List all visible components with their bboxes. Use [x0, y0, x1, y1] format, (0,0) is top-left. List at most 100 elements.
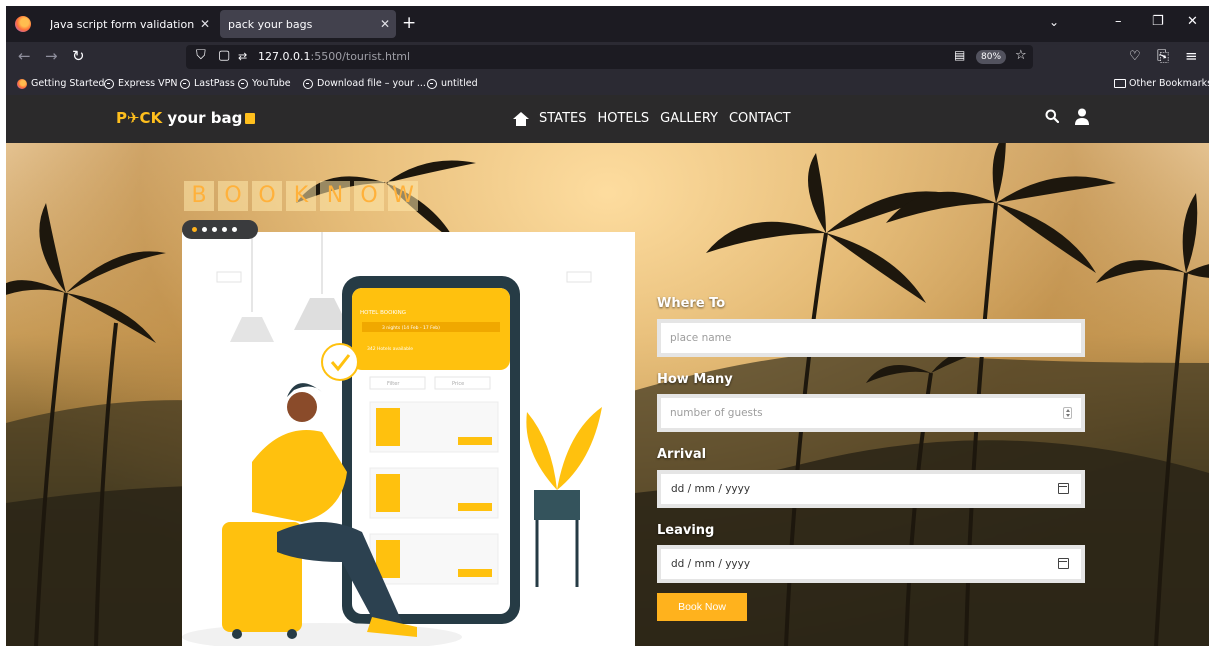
- luggage-icon: [245, 113, 256, 124]
- calendar-icon[interactable]: [1058, 483, 1069, 494]
- leaving-date-value[interactable]: dd / mm / yyyy: [671, 558, 750, 570]
- new-tab-icon[interactable]: +: [402, 13, 416, 33]
- title-letter: O: [354, 181, 384, 211]
- slide-dot[interactable]: [232, 227, 237, 232]
- title-letter: O: [252, 181, 282, 211]
- reader-view-icon[interactable]: ▤: [954, 48, 965, 62]
- arrival-label: Arrival: [657, 447, 707, 462]
- calendar-icon[interactable]: [1058, 558, 1069, 569]
- url-bar[interactable]: ⛉ ▢ ⇄ 127.0.0.1:5500/tourist.html ▤ 80% …: [186, 45, 1033, 69]
- bookmark-express-vpn[interactable]: Express VPN: [104, 78, 177, 89]
- bookmark-label: Other Bookmarks: [1129, 78, 1209, 89]
- bookmark-lastpass[interactable]: LastPass: [180, 78, 235, 89]
- zoom-level[interactable]: 80%: [976, 50, 1007, 64]
- bookmark-youtube[interactable]: YouTube: [238, 78, 291, 89]
- pocket-icon[interactable]: ♡: [1129, 49, 1141, 64]
- browser-window: Java script form validation ✕ pack your …: [6, 6, 1209, 646]
- bookmark-label: Getting Started: [31, 78, 105, 89]
- globe-icon: [104, 78, 114, 89]
- nav-hotels[interactable]: HOTELS: [597, 111, 649, 126]
- illus-nights: 3 nights (14 Feb - 17 Feb): [382, 325, 440, 331]
- bookmarks-toolbar: Getting Started Express VPN LastPass You…: [6, 72, 1209, 95]
- hero-section: B O O K N O W HOTEL BOOKING 3 nights (14…: [6, 143, 1209, 646]
- globe-icon: [238, 78, 248, 89]
- bookmark-untitled[interactable]: untitled: [427, 78, 478, 89]
- other-bookmarks[interactable]: Other Bookmarks: [1114, 78, 1209, 89]
- minimize-icon[interactable]: –: [1115, 14, 1122, 29]
- site-nav: STATES HOTELS GALLERY CONTACT: [513, 111, 802, 126]
- home-icon[interactable]: [513, 111, 529, 126]
- arrival-date-value[interactable]: dd / mm / yyyy: [671, 483, 750, 495]
- firefox-icon: [17, 78, 27, 89]
- title-letter: N: [320, 181, 350, 211]
- close-icon[interactable]: ✕: [374, 17, 396, 31]
- slide-dot[interactable]: [202, 227, 207, 232]
- slide-dot[interactable]: [212, 227, 217, 232]
- site-logo[interactable]: P✈CK your bag: [116, 109, 256, 127]
- close-icon[interactable]: ✕: [194, 17, 216, 31]
- bookmark-getting-started[interactable]: Getting Started: [17, 78, 104, 89]
- place-name-input[interactable]: [661, 323, 1081, 353]
- logo-text: your bag: [162, 109, 243, 127]
- how-many-label: How Many: [657, 372, 733, 387]
- bookmark-label: Express VPN: [118, 78, 178, 89]
- nav-contact[interactable]: CONTACT: [729, 111, 791, 126]
- url-text[interactable]: 127.0.0.1:5500/tourist.html: [258, 50, 410, 63]
- tab-pack-your-bags[interactable]: pack your bags ✕: [220, 10, 396, 38]
- number-spinner-icon[interactable]: [1063, 407, 1072, 419]
- nav-states[interactable]: STATES: [539, 111, 586, 126]
- site-header: P✈CK your bag STATES HOTELS GALLERY CONT…: [6, 95, 1209, 143]
- title-letter: O: [218, 181, 248, 211]
- search-icon[interactable]: [1045, 109, 1059, 123]
- where-to-field[interactable]: [657, 319, 1085, 357]
- illus-header: HOTEL BOOKING: [360, 310, 406, 316]
- reload-icon[interactable]: ↻: [72, 47, 85, 65]
- url-host: 127.0.0.1: [258, 50, 311, 63]
- bookmark-label: YouTube: [252, 78, 291, 89]
- bookmark-star-icon[interactable]: ☆: [1015, 48, 1027, 63]
- bookmark-label: untitled: [441, 78, 478, 89]
- menu-icon[interactable]: ≡: [1185, 47, 1198, 65]
- permissions-icon[interactable]: ⇄: [238, 50, 247, 63]
- guests-input[interactable]: [661, 398, 1081, 428]
- title-letter: K: [286, 181, 316, 211]
- forward-icon[interactable]: →: [45, 47, 58, 65]
- title-letter: W: [388, 181, 418, 211]
- arrival-date-field[interactable]: dd / mm / yyyy: [657, 470, 1085, 508]
- slide-dot[interactable]: [192, 227, 197, 232]
- tab-title: Java script form validation: [50, 17, 194, 31]
- leaving-label: Leaving: [657, 523, 715, 538]
- where-to-label: Where To: [657, 296, 726, 311]
- book-now-button[interactable]: Book Now: [657, 593, 747, 621]
- shield-icon[interactable]: ⛉: [196, 48, 206, 63]
- back-icon[interactable]: ←: [18, 47, 31, 65]
- illus-price: Price: [452, 381, 464, 387]
- navigation-bar: ← → ↻ ⛉ ▢ ⇄ 127.0.0.1:5500/tourist.html …: [6, 42, 1209, 72]
- firefox-icon: [15, 16, 31, 32]
- nav-gallery[interactable]: GALLERY: [660, 111, 718, 126]
- traveler-phone-illustration: HOTEL BOOKING 3 nights (14 Feb - 17 Feb)…: [182, 232, 602, 646]
- globe-icon: [303, 78, 313, 89]
- user-icon[interactable]: [1074, 108, 1090, 126]
- extensions-icon[interactable]: ⎘: [1157, 47, 1169, 65]
- slide-dot[interactable]: [222, 227, 227, 232]
- restore-icon[interactable]: ❐: [1152, 14, 1164, 29]
- title-letter: B: [184, 181, 214, 211]
- bookmark-label: Download file – your ...: [317, 78, 426, 89]
- close-window-icon[interactable]: ✕: [1187, 14, 1198, 29]
- bookmark-download-file[interactable]: Download file – your ...: [303, 78, 426, 89]
- tab-form-validation[interactable]: Java script form validation ✕: [42, 10, 216, 38]
- leaving-date-field[interactable]: dd / mm / yyyy: [657, 545, 1085, 583]
- chevron-down-icon[interactable]: ⌄: [1049, 15, 1059, 29]
- booking-illustration: HOTEL BOOKING 3 nights (14 Feb - 17 Feb)…: [182, 232, 635, 646]
- page-icon[interactable]: ▢: [218, 48, 230, 63]
- logo-brand: P✈CK: [116, 109, 163, 127]
- book-now-title: B O O K N O W: [184, 181, 418, 211]
- slide-indicator[interactable]: [182, 220, 258, 239]
- folder-icon: [1114, 79, 1126, 88]
- illus-available: 342 Hotels available: [367, 346, 413, 352]
- bookmark-label: LastPass: [194, 78, 235, 89]
- globe-icon: [427, 78, 437, 89]
- how-many-field[interactable]: [657, 394, 1085, 432]
- globe-icon: [180, 78, 190, 89]
